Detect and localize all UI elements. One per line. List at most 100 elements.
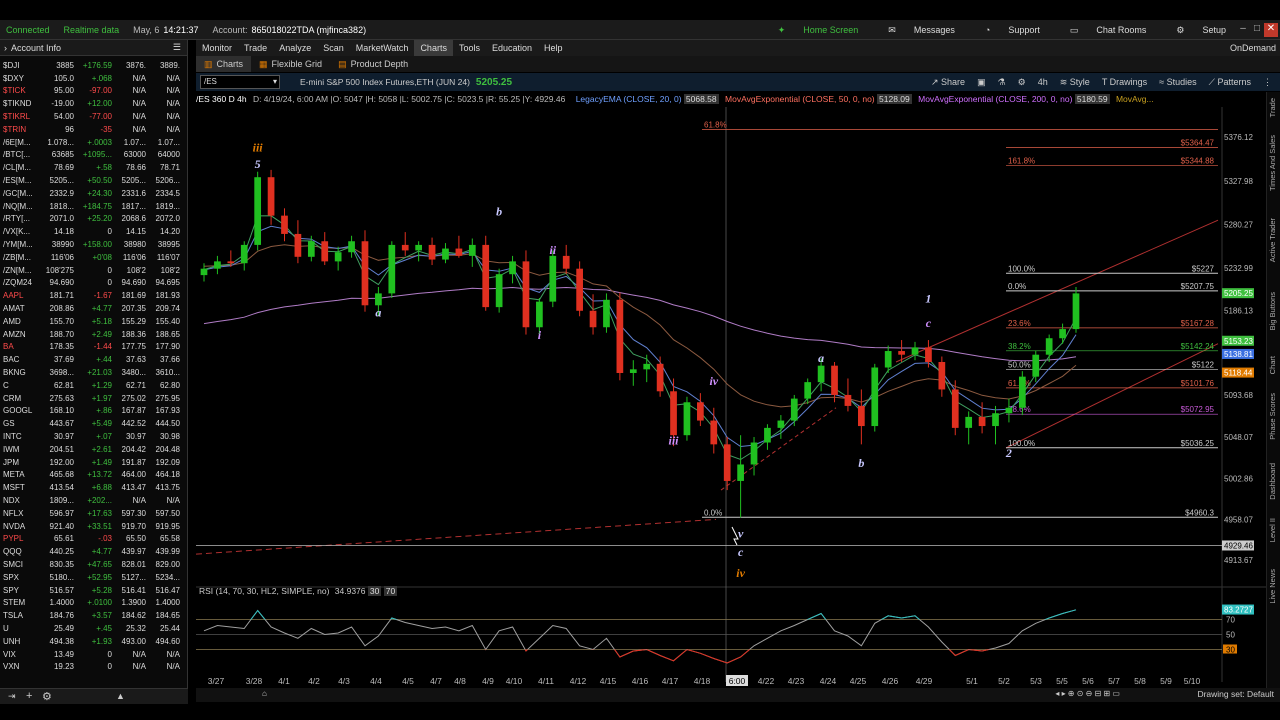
watchlist-row[interactable]: PYPL 65.61 -.03 65.50 65.58 [0, 532, 182, 545]
symbol-input[interactable]: /ES ▾ [200, 75, 280, 89]
watchlist-row[interactable]: AAPL 181.71 -1.67 181.69 181.93 [0, 289, 182, 302]
chat-rooms-button[interactable]: ▭ Chat Rooms [1070, 25, 1161, 36]
watchlist-row[interactable]: /ZB[M... 116'06 +0'08 116'06 116'07 [0, 251, 182, 264]
watchlist-row[interactable]: /BTC[... 63685 +1095... 63000 64000 [0, 149, 182, 162]
watchlist-row[interactable]: VIX 13.49 0 N/A N/A [0, 648, 182, 661]
watchlist-row[interactable]: TSLA 184.76 +3.57 184.62 184.65 [0, 609, 182, 622]
watchlist-row[interactable]: /6E[M... 1.078... +.0003 1.07... 1.07... [0, 136, 182, 149]
watchlist-row[interactable]: /ZN[M... 108'275 0 108'2 108'2 [0, 264, 182, 277]
menu-scan[interactable]: Scan [317, 40, 350, 56]
menu-trade[interactable]: Trade [238, 40, 273, 56]
account-selector[interactable]: 865018022TDA (mjfinca382) [252, 25, 367, 35]
subtab-product-depth[interactable]: ▤ Product Depth [330, 56, 416, 72]
menu-monitor[interactable]: Monitor [196, 40, 238, 56]
menu-analyze[interactable]: Analyze [273, 40, 317, 56]
messages-button[interactable]: ✉ Messages [888, 25, 969, 36]
watchlist-row[interactable]: SMCI 830.35 +47.65 828.01 829.00 [0, 558, 182, 571]
drawings-button[interactable]: T Drawings [1102, 77, 1147, 87]
watchlist-row[interactable]: GOOGL 168.10 +.86 167.87 167.93 [0, 405, 182, 418]
watchlist-row[interactable]: GS 443.67 +5.49 442.52 444.50 [0, 417, 182, 430]
watchlist-row[interactable]: /VX[K... 14.18 0 14.15 14.20 [0, 225, 182, 238]
watchlist-row[interactable]: BAC 37.69 +.44 37.63 37.66 [0, 353, 182, 366]
watchlist-row[interactable]: C 62.81 +1.29 62.71 62.80 [0, 379, 182, 392]
watchlist-row[interactable]: UNH 494.38 +1.93 493.00 494.60 [0, 635, 182, 648]
watchlist-row[interactable]: NDX 1809... +202... N/A N/A [0, 494, 182, 507]
watchlist-row[interactable]: BKNG 3698... +21.03 3480... 3610... [0, 366, 182, 379]
side-tab-times-and-sales[interactable]: Times And Sales [1268, 135, 1280, 191]
share-button[interactable]: ↗ Share [931, 77, 965, 88]
setup-button[interactable]: ⚙ Setup [1176, 25, 1240, 36]
triangle-up-icon[interactable]: ▲ [116, 691, 125, 701]
watchlist-row[interactable]: CRM 275.63 +1.97 275.02 275.95 [0, 392, 182, 405]
watchlist-row[interactable]: /ZQM24 94.690 0 94.690 94.695 [0, 277, 182, 290]
watchlist-row[interactable]: $TIKRL 54.00 -77.00 N/A N/A [0, 110, 182, 123]
drawing-set[interactable]: Drawing set: Default [1197, 689, 1274, 699]
watchlist-row[interactable]: JPM 192.00 +1.49 191.87 192.09 [0, 456, 182, 469]
watchlist-row[interactable]: $TIKND -19.00 +12.00 N/A N/A [0, 97, 182, 110]
side-tab-chart[interactable]: Chart [1268, 356, 1280, 374]
home-screen-button[interactable]: ✦ Home Screen [778, 25, 873, 36]
watchlist-row[interactable]: SPY 516.57 +5.28 516.41 516.47 [0, 584, 182, 597]
home-icon[interactable]: ⌂ [262, 689, 267, 698]
minimize-button[interactable]: – [1236, 23, 1250, 37]
exit-icon[interactable]: ⇥ [8, 691, 16, 702]
watchlist-row[interactable]: STEM 1.4000 +.0100 1.3900 1.4000 [0, 596, 182, 609]
watchlist-row[interactable]: QQQ 440.25 +4.77 439.97 439.99 [0, 545, 182, 558]
gear-icon[interactable]: ⚙ [1018, 77, 1026, 88]
menu-marketwatch[interactable]: MarketWatch [350, 40, 415, 56]
watchlist-row[interactable]: NFLX 596.97 +17.63 597.30 597.50 [0, 507, 182, 520]
side-tab-big-buttons[interactable]: Big Buttons [1268, 292, 1280, 330]
watchlist-row[interactable]: /RTY[... 2071.0 +25.20 2068.6 2072.0 [0, 213, 182, 226]
add-icon[interactable]: + [26, 690, 32, 702]
menu-help[interactable]: Help [538, 40, 569, 56]
menu-icon[interactable]: ☰ [173, 42, 181, 53]
interval-button[interactable]: 4h [1038, 77, 1048, 87]
ondemand-button[interactable]: OnDemand [1230, 40, 1276, 56]
screenshot-icon[interactable]: ▣ [977, 77, 986, 88]
side-tab-live-news[interactable]: Live News [1268, 569, 1280, 604]
maximize-button[interactable]: □ [1250, 23, 1264, 37]
watchlist-row[interactable]: INTC 30.97 +.07 30.97 30.98 [0, 430, 182, 443]
watchlist-row[interactable]: MSFT 413.54 +6.88 413.47 413.75 [0, 481, 182, 494]
flask-icon[interactable]: ⚗ [998, 77, 1006, 88]
watchlist-row[interactable]: $DJI 3885 +176.59 3876. 3889. [0, 59, 182, 72]
side-tab-phase-scores[interactable]: Phase Scores [1268, 393, 1280, 440]
zoom-controls[interactable]: ◂ ▸ ⊕ ⊙ ⊖ ⊟ ⊞ ▭ [1055, 689, 1120, 698]
watchlist-row[interactable]: /ES[M... 5205... +50.50 5205... 5206... [0, 174, 182, 187]
price-chart[interactable]: 61.8% $5364.47 161.8% $5344.88 100.0% $5227 0.… [196, 107, 1266, 702]
watchlist-row[interactable]: U 25.49 +.45 25.32 25.44 [0, 622, 182, 635]
subtab-flexible-grid[interactable]: ▦ Flexible Grid [251, 56, 330, 72]
watchlist-row[interactable]: /YM[M... 38990 +158.00 38980 38995 [0, 238, 182, 251]
watchlist-row[interactable]: AMD 155.70 +5.18 155.29 155.40 [0, 315, 182, 328]
watchlist-row[interactable]: VXN 19.23 0 N/A N/A [0, 660, 182, 673]
watchlist-row[interactable]: AMAT 208.86 +4.77 207.35 209.74 [0, 302, 182, 315]
side-tab-trade[interactable]: Trade [1268, 98, 1280, 117]
studies-button[interactable]: ≈ Studies [1159, 77, 1196, 87]
menu-tools[interactable]: Tools [453, 40, 486, 56]
subtab-charts[interactable]: ▥ Charts [196, 56, 252, 72]
patterns-button[interactable]: ⟋ Patterns [1209, 77, 1251, 88]
support-button[interactable]: ◔ Support [985, 25, 1054, 35]
watchlist-row[interactable]: IWM 204.51 +2.61 204.42 204.48 [0, 443, 182, 456]
watchlist-row[interactable]: /GC[M... 2332.9 +24.30 2331.6 2334.5 [0, 187, 182, 200]
more-icon[interactable]: ⋮ [1263, 77, 1272, 88]
watchlist-row[interactable]: META 465.68 +13.72 464.00 464.18 [0, 469, 182, 482]
style-button[interactable]: ≋ Style [1060, 77, 1090, 88]
watchlist-row[interactable]: BA 178.35 -1.44 177.75 177.90 [0, 341, 182, 354]
watchlist-row[interactable]: $DXY 105.0 +.068 N/A N/A [0, 72, 182, 85]
watchlist-row[interactable]: NVDA 921.40 +33.51 919.70 919.95 [0, 520, 182, 533]
side-tab-dashboard[interactable]: Dashboard [1268, 463, 1280, 500]
watchlist-row[interactable]: $TRIN 96 -35 N/A N/A [0, 123, 182, 136]
menu-charts[interactable]: Charts [414, 40, 453, 56]
watchlist-row[interactable]: $TICK 95.00 -97.00 N/A N/A [0, 85, 182, 98]
side-tab-level-ii[interactable]: Level II [1268, 518, 1280, 542]
watchlist-row[interactable]: SPX 5180... +52.95 5127... 5234... [0, 571, 182, 584]
menu-education[interactable]: Education [486, 40, 538, 56]
account-info-header[interactable]: › Account Info ☰ [0, 40, 187, 56]
watchlist-row[interactable]: /NQ[M... 1818... +184.75 1817... 1819... [0, 200, 182, 213]
watchlist-row[interactable]: /CL[M... 78.69 +.58 78.66 78.71 [0, 161, 182, 174]
close-button[interactable]: ✕ [1264, 23, 1278, 37]
gear-icon[interactable]: ⚙ [42, 690, 52, 703]
side-tab-active-trader[interactable]: Active Trader [1268, 218, 1280, 262]
watchlist-row[interactable]: AMZN 188.70 +2.49 188.36 188.65 [0, 328, 182, 341]
